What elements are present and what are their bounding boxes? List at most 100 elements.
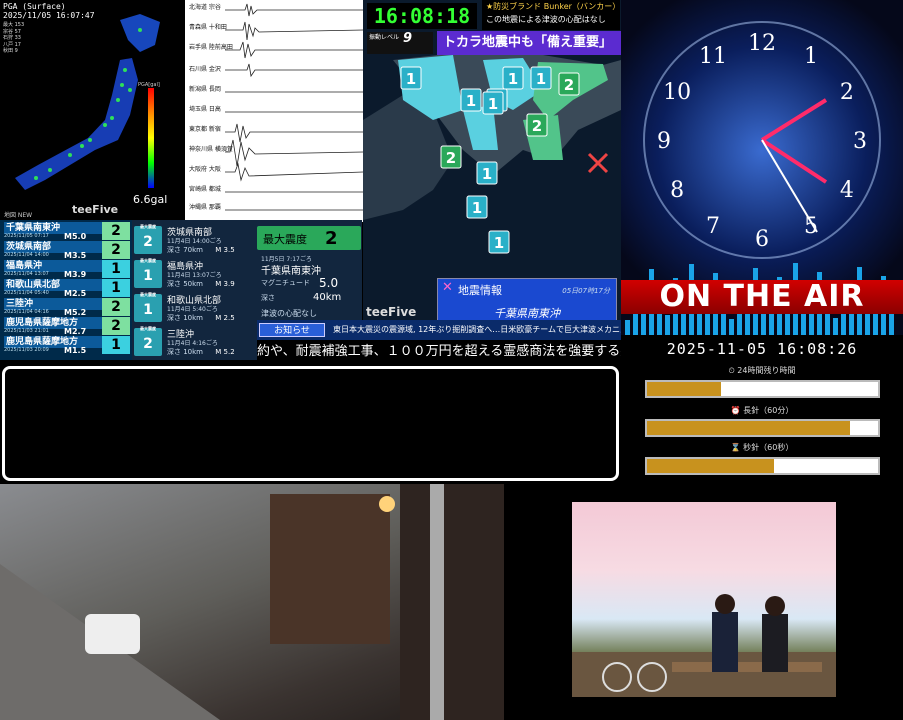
list-item[interactable]: 最大震度 1 和歌山県北部 11月4日 5:40ごろ 深さ 10km M 2.5 [134,292,254,325]
list-item[interactable]: 三陸沖 2025/11/04 04:16 M5.2 2 [2,298,132,317]
chat-overlay-box [2,366,619,481]
datetime-display: 2025-11-05 16:08:26 [666,340,858,358]
clock-numeral: 12 [748,31,776,56]
clock-numeral: 5 [804,214,818,239]
magnitude-value: 5.0 [319,276,339,290]
progress-fill [647,459,775,473]
pga-map-note: 地図 NEW [4,212,33,219]
depth-value: 40km [313,292,342,303]
clock-numeral: 2 [840,80,854,105]
equalizer-bar [625,320,630,335]
station-label: 青森県 十和田 [189,24,227,31]
equalizer-bar [729,319,734,335]
shindo-marker-label: 1 [508,70,518,88]
shindo-badge: 2 [102,317,130,335]
max-intensity-header: 最大震度 2 [257,226,361,250]
quake-depth: 深さ 10km M 2.5 [167,314,235,322]
clock-numeral: 8 [670,178,684,203]
station-label: 神奈川県 横須賀 [189,146,233,153]
shindo-marker-label: 2 [564,76,574,94]
shindo-badge: 1 [102,336,130,354]
intensity-list: 千葉県南東沖 2025/11/05 07:17 M5.0 2 茨城県南部 202… [0,220,132,360]
list-item[interactable]: 千葉県南東沖 2025/11/05 07:17 M5.0 2 [2,222,132,241]
station-label: 埼玉県 日高 [189,106,221,113]
shindo-marker-label: 2 [446,149,456,167]
equalizer-bar [769,314,774,335]
pga-legend: 最大 153 宗谷 57 石狩 33 八戸 17 秋田 9 [3,22,25,54]
teefive-logo: teeFive [366,305,417,319]
shindo-badge: 最大震度 2 [134,224,162,254]
shindo-badge: 1 [102,260,130,278]
list-item[interactable]: 茨城県南部 2025/11/04 14:00 M3.5 2 [2,241,132,260]
quake-depth: 深さ 70km M 3.5 [167,246,235,254]
notice-label: お知らせ [259,323,325,337]
photo-scene [572,594,836,697]
progress-bar-second [645,457,880,475]
progress-bar-day [645,380,880,398]
street-scene [0,484,504,720]
shake-level-label: 振動レベル [369,34,400,41]
shindo-caption: 最大震度 [140,224,156,229]
seismogram-panel: 北海道 宗谷 青森県 十和田 岩手県 陸前高田 石川県 金沢 新潟県 長岡 埼玉… [185,0,363,222]
live-camera-view [0,484,504,720]
quake-info-date: 05日07時17分 [562,287,610,295]
equalizer-bar [873,313,878,335]
station-label: 大阪府 大阪 [189,166,221,173]
quake-date: 2025/11/04 13:07 [4,271,49,277]
clock-display: 16:08:18 [367,3,477,29]
shindo-marker-label: 1 [406,70,416,88]
clock-numeral: 4 [840,178,854,203]
bar-label: ⏲ 24時間残り時間 [728,366,796,375]
quake-magnitude: M5.0 [64,232,87,241]
list-item[interactable]: 鹿児島県薩摩地方 2025/11/03 21:01 M2.7 2 [2,317,132,336]
shindo-caption: 最大震度 [140,326,156,331]
list-item[interactable]: 最大震度 2 三陸沖 11月4日 4:16ごろ 深さ 10km M 5.2 [134,326,254,359]
quake-magnitude: M3.5 [64,251,87,260]
shindo-badge: 2 [102,222,130,240]
list-item[interactable]: 鹿児島県薩摩地方 2025/11/03 20:09 M1.5 1 [2,336,132,355]
shindo-caption: 最大震度 [140,258,156,263]
shindo-marker-label: 1 [494,234,504,252]
sakura-photo [572,502,836,697]
close-icon: ✕ [442,280,453,295]
list-item[interactable]: 和歌山県北部 2025/11/04 05:40 M2.5 1 [2,279,132,298]
quake-date: 2025/11/03 21:01 [4,328,49,334]
pga-gal-value: 6.6gal [133,193,168,206]
shindo-badge: 最大震度 1 [134,258,162,288]
shindo-badge: 最大震度 1 [134,292,162,322]
quake-date: 2025/11/04 04:16 [4,309,49,315]
list-item[interactable]: 最大震度 1 福島県沖 11月4日 13:07ごろ 深さ 50km M 3.9 [134,258,254,291]
notice-bar: お知らせ 東日本大震災の震源域, 12年ぶり掘削調査へ…日米欧豪チームで巨大津波… [257,320,676,340]
quake-detail-list: 最大震度 2 茨城県南部 11月4日 14:00ごろ 深さ 70km M 3.5 … [132,220,257,360]
max-intensity-title: 最大震度 [263,233,307,246]
news-headline: トカラ地震中も「備え重要」 [437,31,621,55]
second-icon: ⌛ [730,443,741,452]
station-label: 北海道 宗谷 [189,4,221,11]
clock-numeral: 10 [663,80,691,105]
shake-level-value: 9 [403,31,413,46]
pga-color-scale [148,88,154,188]
progress-fill [647,382,721,396]
minute-icon: ⏰ [730,406,741,415]
quake-magnitude: M3.9 [64,270,87,279]
list-item[interactable]: 福島県沖 2025/11/04 13:07 M3.9 1 [2,260,132,279]
quake-date: 11月4日 14:00ごろ [167,238,222,245]
list-item[interactable]: 最大震度 2 茨城県南部 11月4日 14:00ごろ 深さ 70km M 3.5 [134,224,254,257]
quake-date: 2025/11/04 05:40 [4,290,49,296]
bar-label: ⏰ 長針（60分） [730,406,794,415]
quake-date: 2025/11/05 07:17 [4,233,49,239]
clock-numeral: 11 [699,44,727,69]
shindo-marker-label: 2 [532,117,542,135]
equalizer-bar [833,318,838,335]
shindo-marker-label: 1 [472,199,482,217]
on-air-banner: ON THE AIR [621,280,903,314]
teefive-logo: teeFive [72,203,119,216]
equalizer-bar [665,315,670,335]
progress-bar-minute [645,419,880,437]
shindo-marker-label: 1 [466,92,476,110]
shindo-badge: 最大震度 2 [134,326,162,356]
station-label: 沖縄県 那覇 [189,204,221,211]
pga-map-panel: PGA (Surface) 2025/11/05 16:07:47 最大 153… [0,0,185,220]
quake-date: 2025/11/04 14:00 [4,252,49,258]
station-label: 新潟県 長岡 [189,86,221,93]
